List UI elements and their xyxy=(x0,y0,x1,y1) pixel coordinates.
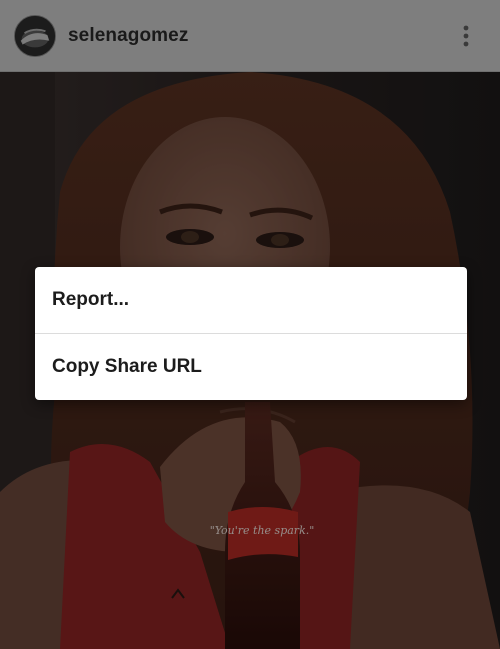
options-dialog: Report... Copy Share URL xyxy=(35,267,467,400)
more-vertical-icon xyxy=(463,25,469,47)
profile-avatar-icon xyxy=(15,16,55,56)
avatar[interactable] xyxy=(14,15,56,57)
username[interactable]: selenagomez xyxy=(68,25,188,47)
post-header: selenagomez xyxy=(0,0,500,72)
copy-share-url-menu-item[interactable]: Copy Share URL xyxy=(35,334,467,400)
report-menu-item[interactable]: Report... xyxy=(35,267,467,333)
more-options-button[interactable] xyxy=(452,22,480,50)
